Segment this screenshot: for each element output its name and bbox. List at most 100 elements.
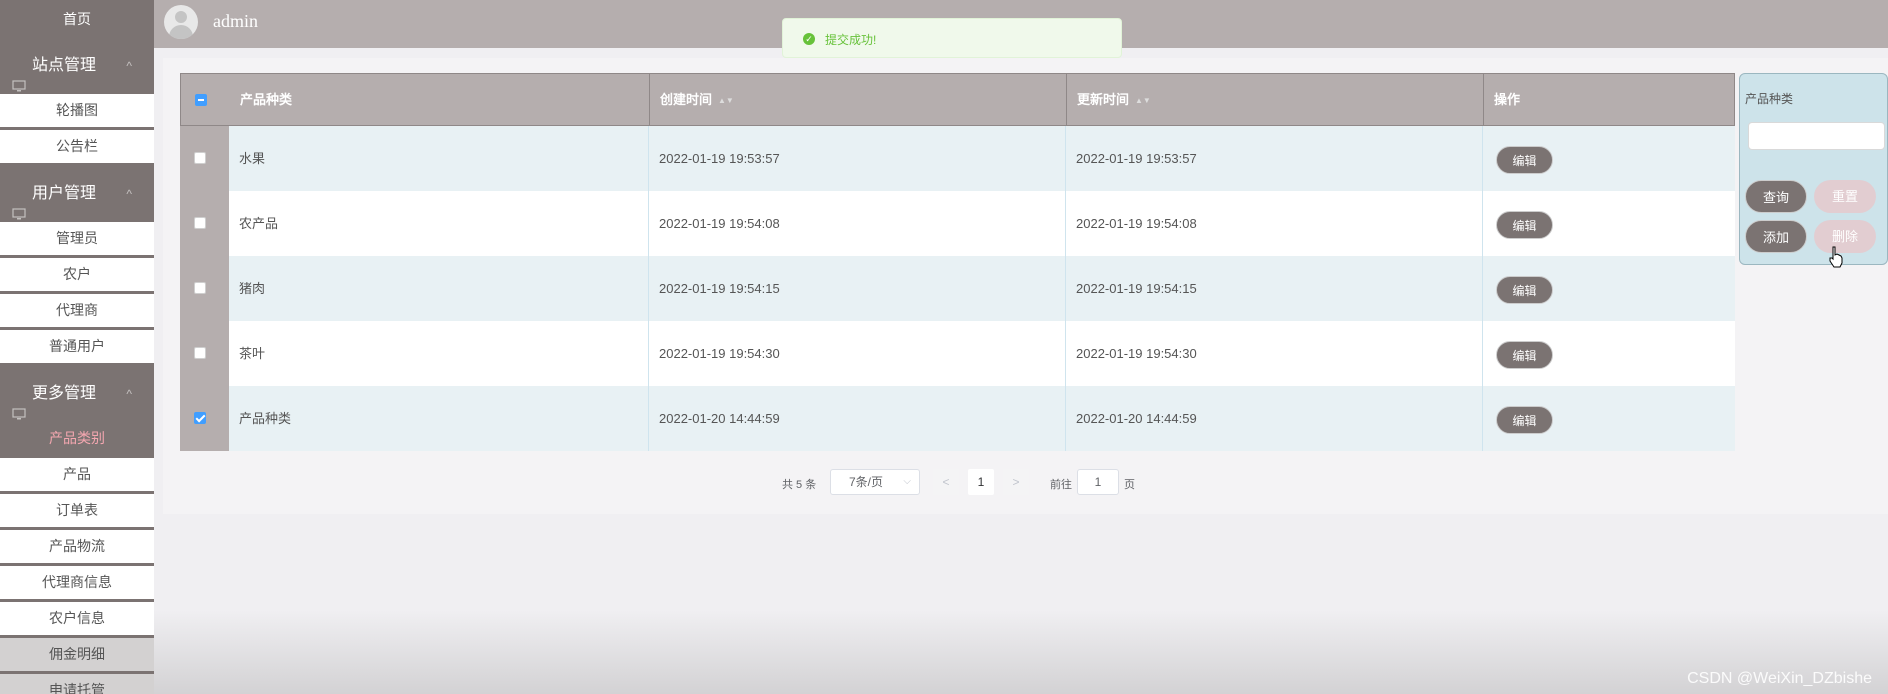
cell-updated: 2022-01-19 19:54:08 bbox=[1066, 191, 1483, 256]
category-search-input[interactable] bbox=[1748, 122, 1885, 150]
success-toast: ✓ 提交成功! bbox=[782, 18, 1122, 58]
chevron-down-icon: ⌵ bbox=[903, 476, 911, 487]
cell-created: 2022-01-20 14:44:59 bbox=[649, 386, 1066, 451]
query-button[interactable]: 查询 bbox=[1745, 180, 1807, 213]
table-row: 茶叶 2022-01-19 19:54:30 2022-01-19 19:54:30… bbox=[180, 321, 1735, 386]
chevron-up-icon: ^ bbox=[126, 387, 132, 401]
user-icon bbox=[12, 188, 26, 220]
cell-created: 2022-01-19 19:54:15 bbox=[649, 256, 1066, 321]
sidebar-item[interactable]: 轮播图 bbox=[0, 94, 154, 127]
cell-updated: 2022-01-19 19:54:15 bbox=[1066, 256, 1483, 321]
sidebar-item-home[interactable]: 首页 bbox=[0, 0, 154, 38]
sidebar-item[interactable]: 申请托管 bbox=[0, 674, 154, 694]
row-checkbox[interactable] bbox=[194, 347, 206, 359]
prev-page-button[interactable]: < bbox=[933, 469, 959, 495]
sidebar-item[interactable]: 农户 bbox=[0, 258, 154, 291]
copy-icon bbox=[12, 388, 26, 420]
sidebar-group-1[interactable]: 用户管理 ^ bbox=[0, 166, 154, 222]
sidebar-group-0[interactable]: 站点管理 ^ bbox=[0, 38, 154, 94]
column-header-label: 产品种类 bbox=[240, 92, 293, 107]
sidebar-group-label: 用户管理 bbox=[32, 185, 97, 202]
search-label: 产品种类 bbox=[1745, 92, 1794, 106]
column-header-label: 创建时间 bbox=[660, 92, 713, 107]
cell-category: 猪肉 bbox=[229, 256, 649, 321]
cell-actions: 编辑 bbox=[1483, 321, 1735, 386]
avatar-head bbox=[175, 11, 187, 23]
cell-actions: 编辑 bbox=[1483, 256, 1735, 321]
watermark: CSDN @WeiXin_DZbishe bbox=[1687, 670, 1872, 687]
page-number-current[interactable]: 1 bbox=[968, 469, 994, 495]
monitor-icon bbox=[12, 60, 26, 92]
edit-button[interactable]: 编辑 bbox=[1496, 406, 1553, 434]
chevron-up-icon: ^ bbox=[126, 187, 132, 201]
footer-shade bbox=[154, 610, 1888, 694]
edit-button[interactable]: 编辑 bbox=[1496, 276, 1553, 304]
cell-actions: 编辑 bbox=[1483, 191, 1735, 256]
table-row: 猪肉 2022-01-19 19:54:15 2022-01-19 19:54:15… bbox=[180, 256, 1735, 321]
check-circle-icon: ✓ bbox=[803, 33, 815, 45]
cell-actions: 编辑 bbox=[1483, 126, 1735, 191]
column-header-label: 更新时间 bbox=[1077, 92, 1130, 107]
edit-button[interactable]: 编辑 bbox=[1496, 341, 1553, 369]
cell-created: 2022-01-19 19:54:30 bbox=[649, 321, 1066, 386]
toast-message: 提交成功! bbox=[825, 33, 877, 47]
row-checkbox-cell bbox=[180, 256, 229, 321]
row-checkbox-cell bbox=[180, 126, 229, 191]
column-header-actions: 操作 bbox=[1484, 74, 1734, 125]
cell-updated: 2022-01-19 19:54:30 bbox=[1066, 321, 1483, 386]
add-button[interactable]: 添加 bbox=[1745, 220, 1807, 253]
column-header-label: 操作 bbox=[1494, 92, 1521, 107]
table-row: 水果 2022-01-19 19:53:57 2022-01-19 19:53:57… bbox=[180, 126, 1735, 191]
select-all-checkbox[interactable] bbox=[195, 94, 207, 106]
cell-updated: 2022-01-20 14:44:59 bbox=[1066, 386, 1483, 451]
row-checkbox[interactable] bbox=[194, 282, 206, 294]
cell-category: 农产品 bbox=[229, 191, 649, 256]
row-checkbox[interactable] bbox=[194, 412, 206, 424]
row-checkbox-cell bbox=[180, 321, 229, 386]
sort-icon[interactable]: ▲▼ bbox=[718, 97, 734, 105]
sidebar-item[interactable]: 普通用户 bbox=[0, 330, 154, 363]
next-page-button[interactable]: > bbox=[1003, 469, 1029, 495]
cell-category: 水果 bbox=[229, 126, 649, 191]
header-checkbox-cell bbox=[181, 74, 230, 125]
edit-button[interactable]: 编辑 bbox=[1496, 146, 1553, 174]
pagination-total: 共 5 条 bbox=[782, 479, 817, 491]
avatar-body bbox=[169, 25, 193, 39]
row-checkbox-cell bbox=[180, 386, 229, 451]
row-checkbox[interactable] bbox=[194, 152, 206, 164]
cell-created: 2022-01-19 19:54:08 bbox=[649, 191, 1066, 256]
sidebar-item[interactable]: 农户信息 bbox=[0, 602, 154, 635]
reset-button[interactable]: 重置 bbox=[1814, 180, 1876, 213]
sort-icon[interactable]: ▲▼ bbox=[1135, 97, 1151, 105]
sidebar-item[interactable]: 代理商信息 bbox=[0, 566, 154, 599]
search-panel: 产品种类 查询 重置 添加 删除 bbox=[1739, 73, 1888, 265]
sidebar-item[interactable]: 公告栏 bbox=[0, 130, 154, 163]
sidebar-item[interactable]: 产品 bbox=[0, 458, 154, 491]
table-header: 产品种类 创建时间 ▲▼ 更新时间 ▲▼ 操作 bbox=[180, 73, 1735, 126]
sidebar-item[interactable]: 管理员 bbox=[0, 222, 154, 255]
page-suffix: 页 bbox=[1124, 479, 1135, 491]
row-checkbox-cell bbox=[180, 191, 229, 256]
sidebar-item[interactable]: 订单表 bbox=[0, 494, 154, 527]
cell-created: 2022-01-19 19:53:57 bbox=[649, 126, 1066, 191]
cell-actions: 编辑 bbox=[1483, 386, 1735, 451]
sidebar-item[interactable]: 产品物流 bbox=[0, 530, 154, 563]
sidebar-item[interactable]: 代理商 bbox=[0, 294, 154, 327]
sidebar-item[interactable]: 佣金明细 bbox=[0, 638, 154, 671]
column-header-updated[interactable]: 更新时间 ▲▼ bbox=[1067, 74, 1484, 125]
sidebar-item[interactable]: 产品类别 bbox=[0, 422, 154, 455]
sidebar-group-label: 站点管理 bbox=[32, 57, 97, 74]
goto-page-input[interactable]: 1 bbox=[1077, 469, 1119, 495]
chevron-up-icon: ^ bbox=[126, 59, 132, 73]
cell-category: 茶叶 bbox=[229, 321, 649, 386]
cell-updated: 2022-01-19 19:53:57 bbox=[1066, 126, 1483, 191]
column-header-created[interactable]: 创建时间 ▲▼ bbox=[650, 74, 1067, 125]
edit-button[interactable]: 编辑 bbox=[1496, 211, 1553, 239]
row-checkbox[interactable] bbox=[194, 217, 206, 229]
hand-cursor-icon bbox=[1829, 246, 1843, 268]
delete-button[interactable]: 删除 bbox=[1814, 220, 1876, 253]
page-size-select[interactable]: 7条/页 ⌵ bbox=[830, 469, 920, 495]
avatar[interactable] bbox=[164, 5, 198, 39]
page-size-value: 7条/页 bbox=[849, 475, 884, 489]
sidebar-group-2[interactable]: 更多管理 ^ bbox=[0, 366, 154, 422]
